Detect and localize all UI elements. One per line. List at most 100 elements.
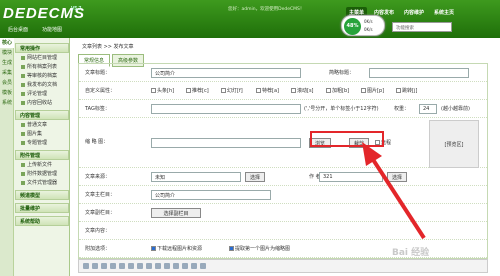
download-remote-checkbox[interactable]: 下载远程图片和资源 <box>151 245 202 252</box>
undo-icon[interactable] <box>128 263 134 269</box>
thumb-label: 缩 略 图： <box>85 139 109 145</box>
tag-row: TAG标签： (','号分开，单个标签小于12字符) 权重： 24 (越小越靠前… <box>79 100 487 118</box>
source-icon[interactable] <box>83 263 89 269</box>
menu-item-upload[interactable]: 上传新文件 <box>15 160 69 169</box>
menu-group-help[interactable]: 系统帮助 <box>15 216 69 226</box>
menu-group-attach[interactable]: 附件管理 <box>15 150 69 160</box>
column-row: 文章主栏目： 公司简介 <box>79 186 487 204</box>
menu-item-gallery[interactable]: 图片集 <box>15 129 69 138</box>
main-panel: 文章列表 >> 发布文章 常规信息 高级参数 文章标题： 公司简介 简略标题： … <box>72 38 500 276</box>
menu-item-topics[interactable]: 专题管理 <box>15 138 69 147</box>
content-row: 文章内容： <box>79 222 487 240</box>
thumb-input[interactable] <box>151 138 301 148</box>
nav-maintain[interactable]: 内容维护 <box>401 7 427 18</box>
download-speed: 0K/s <box>364 27 373 32</box>
source-select-button[interactable]: 选择 <box>245 172 265 182</box>
vtab-core[interactable]: 核心 <box>0 38 14 48</box>
article-form: 文章标题： 公司简介 简略标题： 自定义属性： 头条[h] 推荐[c] 幻灯[f… <box>78 63 488 259</box>
menu-group-batch[interactable]: 批量维护 <box>15 203 69 213</box>
first-image-thumb-checkbox[interactable]: 提取第一个图片为缩略图 <box>229 245 290 252</box>
menu-item-my-docs[interactable]: 我发布的文档 <box>15 80 69 89</box>
vtab-collect[interactable]: 采集 <box>0 68 14 78</box>
thumb-row: 缩 略 图： 浏览 裁剪 远程 [预览区] <box>79 118 487 168</box>
underline-icon[interactable] <box>173 263 179 269</box>
menu-item-columns[interactable]: 网站栏目管理 <box>15 53 69 62</box>
menu-item-article[interactable]: 普通文章 <box>15 120 69 129</box>
author-input[interactable]: 321 <box>319 172 383 182</box>
copy-icon[interactable] <box>110 263 116 269</box>
search-input[interactable]: 功能搜索 <box>392 22 452 32</box>
attach-label: 附加选项： <box>85 246 111 252</box>
attr-jump[interactable]: 跳转[j] <box>396 87 417 94</box>
tag-label: TAG标签： <box>85 106 110 112</box>
title-label: 文章标题： <box>85 70 111 76</box>
source-input[interactable]: 未知 <box>151 172 241 182</box>
cut-icon[interactable] <box>101 263 107 269</box>
desktop-link[interactable]: 后台桌面 <box>8 26 28 33</box>
menu-item-file-manager[interactable]: 文件式管理器 <box>15 178 69 187</box>
vertical-tabs: 核心 模块 生成 采集 会员 模板 系统 <box>0 38 14 276</box>
attr-row: 自定义属性： 头条[h] 推荐[c] 幻灯[f] 特荐[a] 滚动[s] 加粗[… <box>79 82 487 100</box>
menu-group-content[interactable]: 内容管理 <box>15 110 69 120</box>
logo: DEDECMS V5.7 <box>3 5 86 22</box>
menu-item-comments[interactable]: 评论管理 <box>15 89 69 98</box>
attr-label: 自定义属性： <box>85 88 116 94</box>
menu-item-attach-data[interactable]: 附件数据管理 <box>15 169 69 178</box>
sub-column-button[interactable]: 选择副栏目 <box>151 208 201 218</box>
menu-group-models[interactable]: 频道模型 <box>15 190 69 200</box>
redo-icon[interactable] <box>137 263 143 269</box>
menu-group-common[interactable]: 常用操作 <box>15 43 69 53</box>
side-menu: 常用操作 网站栏目管理 所有档案列表 等审核的档案 我发布的文档 评论管理 内容… <box>15 40 69 226</box>
version: V5.7 <box>71 6 82 12</box>
attr-image[interactable]: 图片[p] <box>361 87 384 94</box>
weight-hint: (越小越靠前) <box>441 106 470 112</box>
menu-item-recycle[interactable]: 内容回收站 <box>15 98 69 107</box>
map-link[interactable]: 功能地图 <box>42 26 62 33</box>
find-icon[interactable] <box>146 263 152 269</box>
bold-icon[interactable] <box>155 263 161 269</box>
top-header: DEDECMS V5.7 您好：admin，欢迎使用DedeCMS！ 主菜单 内容… <box>0 0 500 38</box>
welcome-text: 您好：admin，欢迎使用DedeCMS！ <box>228 7 305 12</box>
sub-column-label: 文章副栏目： <box>85 210 116 216</box>
link-icon[interactable] <box>182 263 188 269</box>
table-icon[interactable] <box>200 263 206 269</box>
column-label: 文章主栏目： <box>85 192 116 198</box>
attr-head[interactable]: 头条[h] <box>151 87 174 94</box>
attr-recommend[interactable]: 推荐[c] <box>186 87 209 94</box>
attr-special[interactable]: 特荐[a] <box>256 87 279 94</box>
vtab-generate[interactable]: 生成 <box>0 58 14 68</box>
menu-item-all-docs[interactable]: 所有档案列表 <box>15 62 69 71</box>
vtab-module[interactable]: 模块 <box>0 48 14 58</box>
image-icon[interactable] <box>191 263 197 269</box>
content-label: 文章内容： <box>85 228 111 234</box>
title-input[interactable]: 公司简介 <box>151 68 301 78</box>
weight-input[interactable]: 24 <box>419 104 437 114</box>
vtab-member[interactable]: 会员 <box>0 78 14 88</box>
source-label: 文章来源： <box>85 174 111 180</box>
attr-bold[interactable]: 加粗[b] <box>326 87 349 94</box>
source-row: 文章来源： 未知 选择 作 者： 321 选择 <box>79 168 487 186</box>
cpu-percent: 48% <box>344 18 361 35</box>
vtab-template[interactable]: 模板 <box>0 88 14 98</box>
speed-badge: 48% 0K/s 0K/s <box>341 15 385 36</box>
sub-column-row: 文章副栏目： 选择副栏目 <box>79 204 487 222</box>
column-select[interactable]: 公司简介 <box>151 190 271 200</box>
nav-home[interactable]: 系统主页 <box>431 7 457 18</box>
attr-scroll[interactable]: 滚动[s] <box>291 87 314 94</box>
weight-label: 权重： <box>394 106 410 112</box>
tag-input[interactable] <box>151 104 301 114</box>
attr-slide[interactable]: 幻灯[f] <box>221 87 243 94</box>
vtab-system[interactable]: 系统 <box>0 98 14 108</box>
menu-item-pending[interactable]: 等审核的档案 <box>15 71 69 80</box>
title-row: 文章标题： 公司简介 简略标题： <box>79 64 487 82</box>
tag-hint: (','号分开，单个标签小于12字符) <box>304 106 379 112</box>
preview-icon[interactable] <box>92 263 98 269</box>
author-highlight-box <box>310 131 384 147</box>
editor-toolbar <box>78 259 488 273</box>
paste-icon[interactable] <box>119 263 125 269</box>
italic-icon[interactable] <box>164 263 170 269</box>
author-select-button[interactable]: 选择 <box>387 172 407 182</box>
short-title-input[interactable] <box>369 68 469 78</box>
short-title-label: 简略标题： <box>329 70 355 76</box>
upload-speed: 0K/s <box>364 19 373 24</box>
